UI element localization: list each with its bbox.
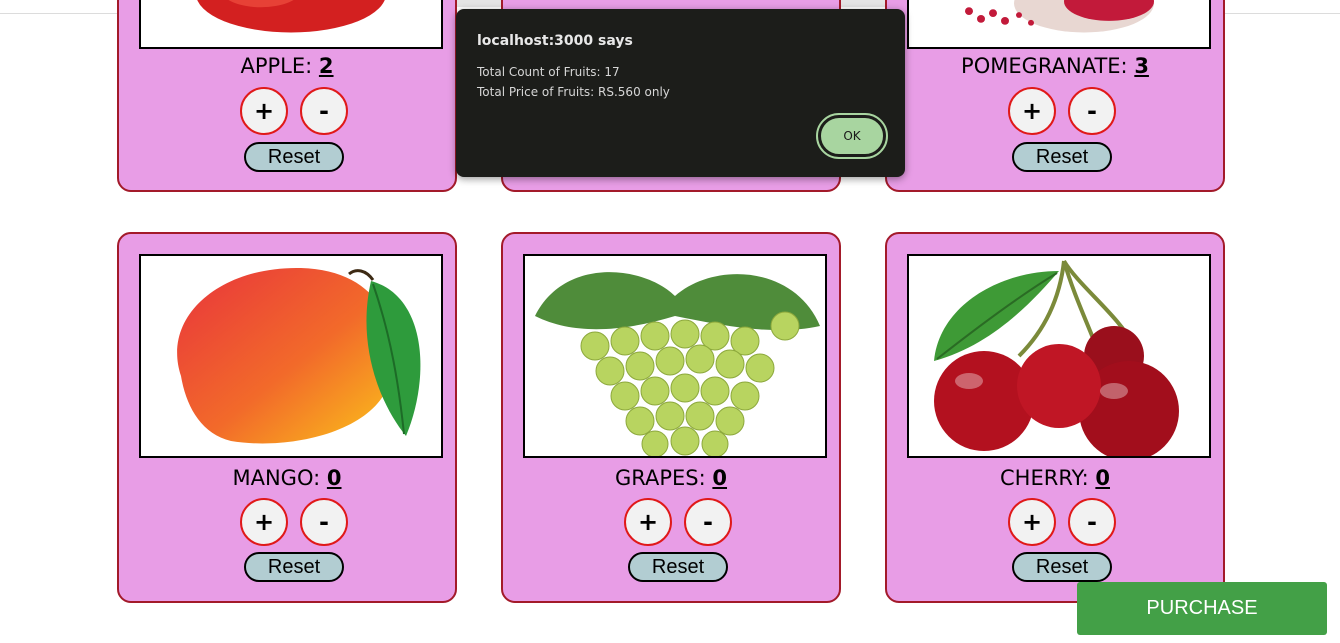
grapes-image	[523, 254, 827, 458]
dialog-title: localhost:3000 says	[477, 33, 633, 49]
mango-image	[139, 254, 443, 458]
fruit-name: POMEGRANATE	[961, 54, 1121, 78]
purchase-button[interactable]: PURCHASE	[1077, 582, 1327, 635]
cherry-image	[907, 254, 1211, 458]
increment-button[interactable]: +	[240, 498, 288, 546]
reset-button[interactable]: Reset	[1012, 142, 1112, 172]
decrement-button[interactable]: -	[684, 498, 732, 546]
fruit-count: 2	[318, 54, 334, 78]
increment-button[interactable]: +	[240, 87, 288, 135]
reset-button[interactable]: Reset	[628, 552, 728, 582]
fruit-card-grapes: GRAPES: 0 + - Reset	[501, 232, 841, 603]
alert-dialog: localhost:3000 says Total Count of Fruit…	[456, 9, 905, 177]
fruit-label: CHERRY: 0	[1000, 466, 1110, 490]
reset-button[interactable]: Reset	[1012, 552, 1112, 582]
increment-button[interactable]: +	[624, 498, 672, 546]
fruit-card-apple: APPLE: 2 + - Reset	[117, 0, 457, 192]
apple-image	[139, 0, 443, 49]
increment-button[interactable]: +	[1008, 498, 1056, 546]
fruit-label: APPLE: 2	[240, 54, 334, 78]
fruit-count: 0	[326, 466, 342, 490]
increment-button[interactable]: +	[1008, 87, 1056, 135]
fruit-count: 3	[1134, 54, 1149, 78]
decrement-button[interactable]: -	[300, 498, 348, 546]
fruit-card-pomegranate: POMEGRANATE: 3 + - Reset	[885, 0, 1225, 192]
fruit-count: 0	[1095, 466, 1110, 490]
fruit-name: APPLE	[240, 54, 306, 78]
reset-button[interactable]: Reset	[244, 142, 344, 172]
fruit-name: MANGO	[232, 466, 314, 490]
fruit-name: CHERRY	[1000, 466, 1082, 490]
decrement-button[interactable]: -	[1068, 498, 1116, 546]
fruit-label: POMEGRANATE: 3	[961, 54, 1149, 78]
fruit-label: MANGO: 0	[232, 466, 342, 490]
fruit-count: 0	[712, 466, 728, 490]
fruit-label: GRAPES: 0	[614, 466, 728, 490]
dialog-total-price: Total Price of Fruits: RS.560 only	[477, 85, 670, 99]
fruit-name: GRAPES	[614, 466, 699, 490]
dialog-total-count: Total Count of Fruits: 17	[477, 65, 620, 79]
fruit-card-mango: MANGO: 0 + - Reset	[117, 232, 457, 603]
pomegranate-image	[907, 0, 1211, 49]
fruit-card-cherry: CHERRY: 0 + - Reset	[885, 232, 1225, 603]
decrement-button[interactable]: -	[300, 87, 348, 135]
decrement-button[interactable]: -	[1068, 87, 1116, 135]
reset-button[interactable]: Reset	[244, 552, 344, 582]
dialog-ok-button[interactable]: OK	[816, 113, 888, 159]
